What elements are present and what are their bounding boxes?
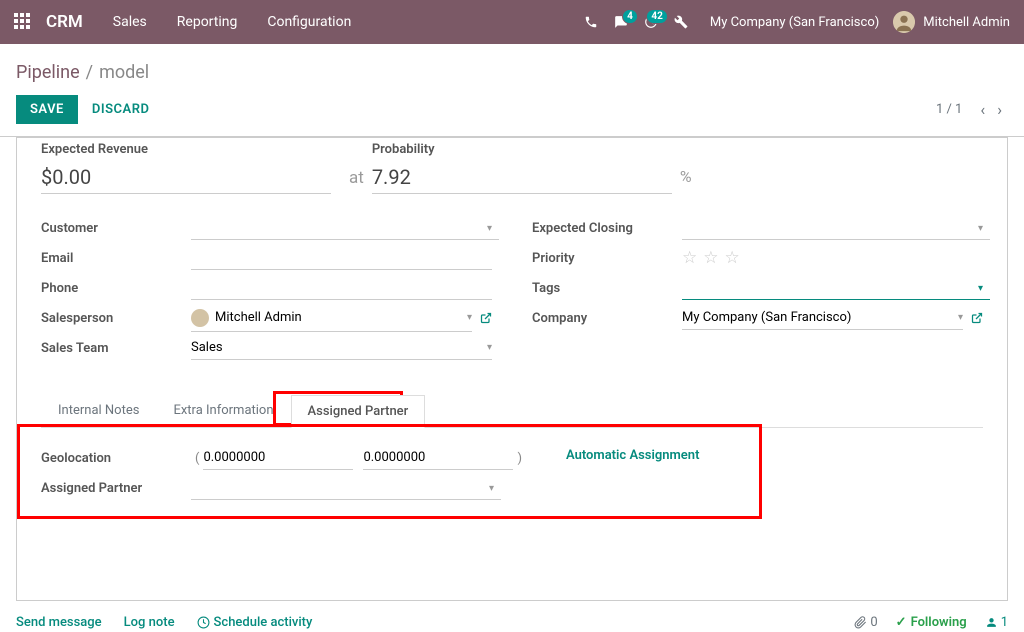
assigned-partner-input[interactable]: [191, 476, 501, 500]
schedule-activity-label: Schedule activity: [214, 615, 313, 630]
expected-revenue-label: Expected Revenue: [41, 142, 341, 157]
chevron-down-icon: ▾: [958, 312, 963, 323]
paren-close: ): [517, 451, 522, 466]
email-label: Email: [41, 251, 191, 266]
star-icon[interactable]: ☆: [682, 248, 697, 268]
breadcrumb-parent[interactable]: Pipeline: [16, 62, 80, 83]
salesperson-value: Mitchell Admin: [215, 310, 302, 325]
followers-count[interactable]: 1: [985, 615, 1008, 630]
company-label: Company: [532, 311, 682, 326]
phone-icon[interactable]: [584, 15, 598, 29]
star-icon[interactable]: ☆: [703, 248, 718, 268]
assigned-partner-label: Assigned Partner: [41, 481, 191, 496]
star-icon[interactable]: ☆: [724, 248, 739, 268]
following-button[interactable]: ✓ Following: [896, 615, 967, 630]
tab-internal-notes[interactable]: Internal Notes: [41, 394, 156, 427]
customer-input[interactable]: [191, 216, 499, 240]
at-text: at: [349, 168, 364, 188]
apps-menu-icon[interactable]: [14, 13, 32, 31]
automatic-assignment-button[interactable]: Automatic Assignment: [566, 448, 699, 463]
app-brand[interactable]: CRM: [46, 12, 83, 32]
pager-text: 1 / 1: [936, 102, 962, 117]
tags-input[interactable]: [682, 276, 990, 300]
debug-icon[interactable]: [674, 15, 688, 29]
geo-lon-input[interactable]: [363, 446, 513, 470]
pager-next[interactable]: ›: [991, 100, 1008, 119]
chat-icon[interactable]: 4: [614, 15, 628, 29]
send-message-button[interactable]: Send message: [16, 615, 102, 630]
tab-assigned-partner[interactable]: Assigned Partner: [291, 395, 426, 428]
probability-input[interactable]: [372, 161, 672, 194]
menu-reporting[interactable]: Reporting: [177, 14, 238, 30]
chevron-down-icon: ▾: [487, 342, 492, 353]
phone-label: Phone: [41, 281, 191, 296]
company-selector[interactable]: My Company (San Francisco): [710, 15, 879, 30]
tab-extra-information[interactable]: Extra Information: [156, 394, 290, 427]
activity-icon[interactable]: 42: [644, 15, 658, 29]
sales-team-label: Sales Team: [41, 341, 191, 356]
company-input[interactable]: My Company (San Francisco) ▾: [682, 306, 963, 330]
breadcrumb-separator: /: [86, 62, 93, 83]
log-note-button[interactable]: Log note: [124, 615, 175, 630]
email-input[interactable]: [191, 246, 492, 270]
salesperson-avatar: [191, 309, 209, 327]
expected-revenue-input[interactable]: [41, 161, 331, 194]
sales-team-input[interactable]: Sales ▾: [191, 336, 492, 360]
salesperson-label: Salesperson: [41, 311, 191, 326]
menu-sales[interactable]: Sales: [113, 14, 147, 30]
priority-stars[interactable]: ☆ ☆ ☆: [682, 248, 742, 268]
sales-team-value: Sales: [191, 340, 223, 355]
tags-label: Tags: [532, 281, 682, 296]
user-menu[interactable]: Mitchell Admin: [923, 15, 1010, 30]
user-avatar[interactable]: [893, 11, 915, 33]
breadcrumb-current: model: [99, 62, 149, 83]
geo-lat-input[interactable]: [203, 446, 353, 470]
priority-label: Priority: [532, 251, 682, 266]
chevron-down-icon: ▾: [467, 312, 472, 323]
external-link-icon[interactable]: [480, 309, 492, 328]
paren-open: (: [195, 451, 199, 466]
geolocation-label: Geolocation: [41, 451, 191, 466]
schedule-activity-button[interactable]: Schedule activity: [197, 615, 313, 630]
save-button[interactable]: SAVE: [16, 95, 78, 124]
customer-label: Customer: [41, 221, 191, 236]
percent-symbol: %: [680, 167, 692, 186]
attachments-count[interactable]: 0: [854, 615, 877, 630]
chat-badge: 4: [622, 9, 638, 24]
probability-label: Probability: [372, 142, 672, 157]
discard-button[interactable]: DISCARD: [92, 102, 150, 117]
activity-badge: 42: [646, 9, 667, 24]
phone-input[interactable]: [191, 276, 492, 300]
expected-closing-label: Expected Closing: [532, 221, 682, 236]
expected-closing-input[interactable]: [682, 216, 990, 240]
pager-prev[interactable]: ‹: [974, 100, 991, 119]
external-link-icon[interactable]: [971, 309, 983, 328]
menu-configuration[interactable]: Configuration: [267, 14, 351, 30]
salesperson-input[interactable]: Mitchell Admin ▾: [191, 305, 472, 332]
company-value: My Company (San Francisco): [682, 310, 851, 325]
